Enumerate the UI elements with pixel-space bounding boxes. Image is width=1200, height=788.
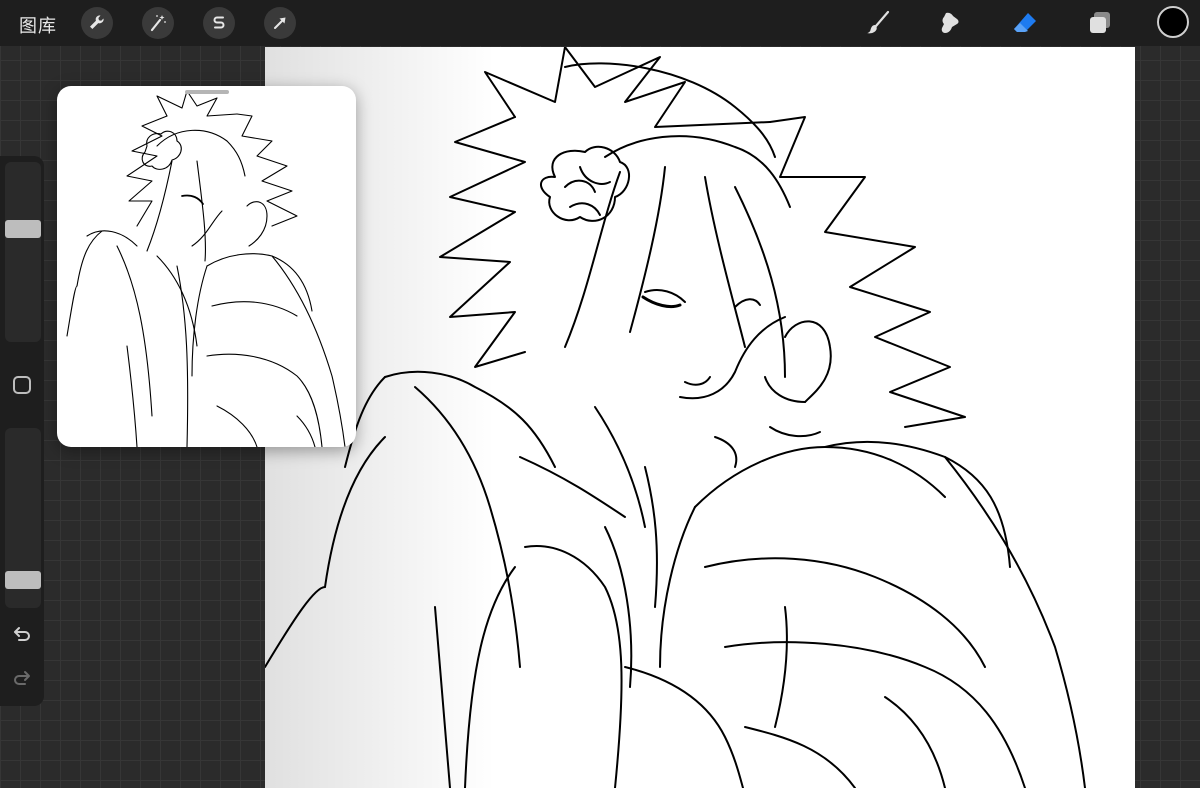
top-toolbar: 图库 <box>0 0 1200 46</box>
smudge-button[interactable] <box>934 6 968 40</box>
reference-window[interactable] <box>57 86 356 447</box>
layers-icon <box>1090 12 1110 33</box>
brush-icon <box>867 10 890 34</box>
undo-icon[interactable] <box>10 623 34 647</box>
brush-size-thumb[interactable] <box>5 220 41 239</box>
opacity-thumb[interactable] <box>5 570 41 589</box>
eraser-button[interactable] <box>1008 6 1042 40</box>
brush-size-slider[interactable] <box>5 162 41 342</box>
redo-icon[interactable] <box>10 667 34 691</box>
selection-button[interactable] <box>203 7 235 39</box>
color-swatch[interactable] <box>1157 6 1189 38</box>
wrench-icon <box>90 15 104 29</box>
modify-button[interactable] <box>13 376 31 394</box>
left-sidebar <box>0 156 44 706</box>
adjustments-button[interactable] <box>142 7 174 39</box>
magic-wand-icon <box>150 15 166 32</box>
line-art-drawing <box>265 47 1086 788</box>
reference-window-handle[interactable] <box>185 90 229 94</box>
transform-button[interactable] <box>264 7 296 39</box>
layers-button[interactable] <box>1083 6 1117 40</box>
transform-arrow-icon <box>274 17 286 29</box>
smudge-icon <box>941 12 959 34</box>
eraser-icon <box>1014 13 1036 32</box>
gallery-button[interactable]: 图库 <box>19 12 57 38</box>
brush-button[interactable] <box>861 6 895 40</box>
reference-drawing-thumbnail <box>66 90 346 447</box>
selection-s-icon <box>213 16 225 29</box>
drawing-canvas[interactable] <box>265 47 1135 788</box>
actions-button[interactable] <box>81 7 113 39</box>
